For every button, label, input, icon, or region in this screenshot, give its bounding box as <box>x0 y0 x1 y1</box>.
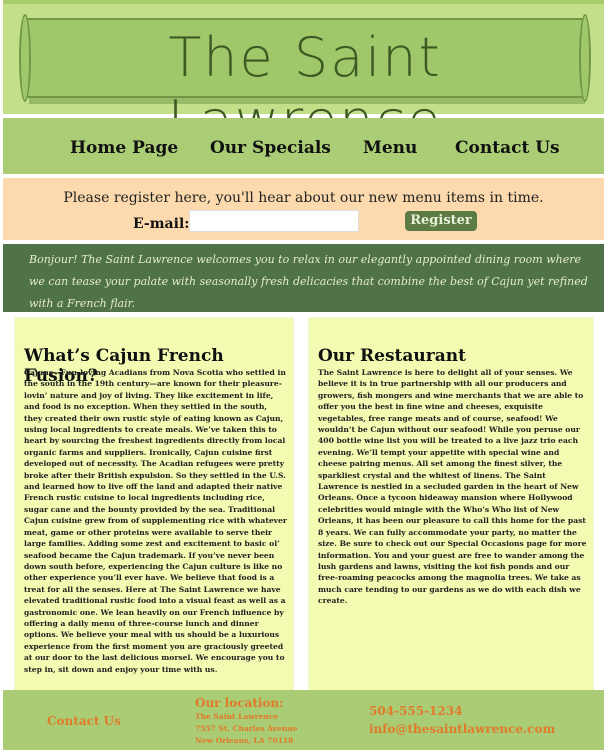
header-banner: The Saint Lawrence <box>3 0 604 152</box>
register-button[interactable]: Register <box>405 211 477 231</box>
footer-contact-link[interactable]: Contact Us <box>47 714 121 728</box>
restaurant-panel: Our Restaurant The Saint Lawrence is her… <box>309 318 593 690</box>
nav-contact-us[interactable]: Contact Us <box>455 138 560 158</box>
email-label: E-mail: <box>133 216 190 232</box>
title-ribbon: The Saint Lawrence <box>19 14 591 152</box>
main-nav: Home Page Our Specials Menu Contact Us <box>3 118 604 174</box>
nav-home-page[interactable]: Home Page <box>70 138 178 158</box>
email-link[interactable]: info@thesaintlawrence.com <box>369 722 555 736</box>
nav-menu[interactable]: Menu <box>363 138 417 158</box>
nav-our-specials[interactable]: Our Specials <box>210 138 331 158</box>
email-field[interactable] <box>189 210 359 232</box>
cajun-fusion-text: Cajuns—Fun-loving Acadians from Nova Sco… <box>24 368 287 674</box>
register-section: Please register here, you'll hear about … <box>3 178 604 240</box>
address-line: New Orleans, LA 70118 <box>195 736 294 745</box>
phone-number: 504-555-1234 <box>369 704 463 718</box>
restaurant-text: The Saint Lawrence is here to delight al… <box>318 368 587 606</box>
register-prompt: Please register here, you'll hear about … <box>63 190 544 206</box>
restaurant-heading: Our Restaurant <box>318 346 466 366</box>
cajun-fusion-panel: What’s Cajun French Fusion? Cajuns—Fun-l… <box>15 318 293 690</box>
footer: Contact Us Our location: The Saint Lawre… <box>3 690 604 750</box>
welcome-text: Bonjour! The Saint Lawrence welcomes you… <box>29 253 588 310</box>
content-area: What’s Cajun French Fusion? Cajuns—Fun-l… <box>3 312 604 690</box>
location-title: Our location: <box>195 696 284 710</box>
address-line: The Saint Lawrence <box>195 712 279 721</box>
address-line: 7557 St. Charles Avenue <box>195 724 298 733</box>
welcome-banner: Bonjour! The Saint Lawrence welcomes you… <box>3 244 604 312</box>
